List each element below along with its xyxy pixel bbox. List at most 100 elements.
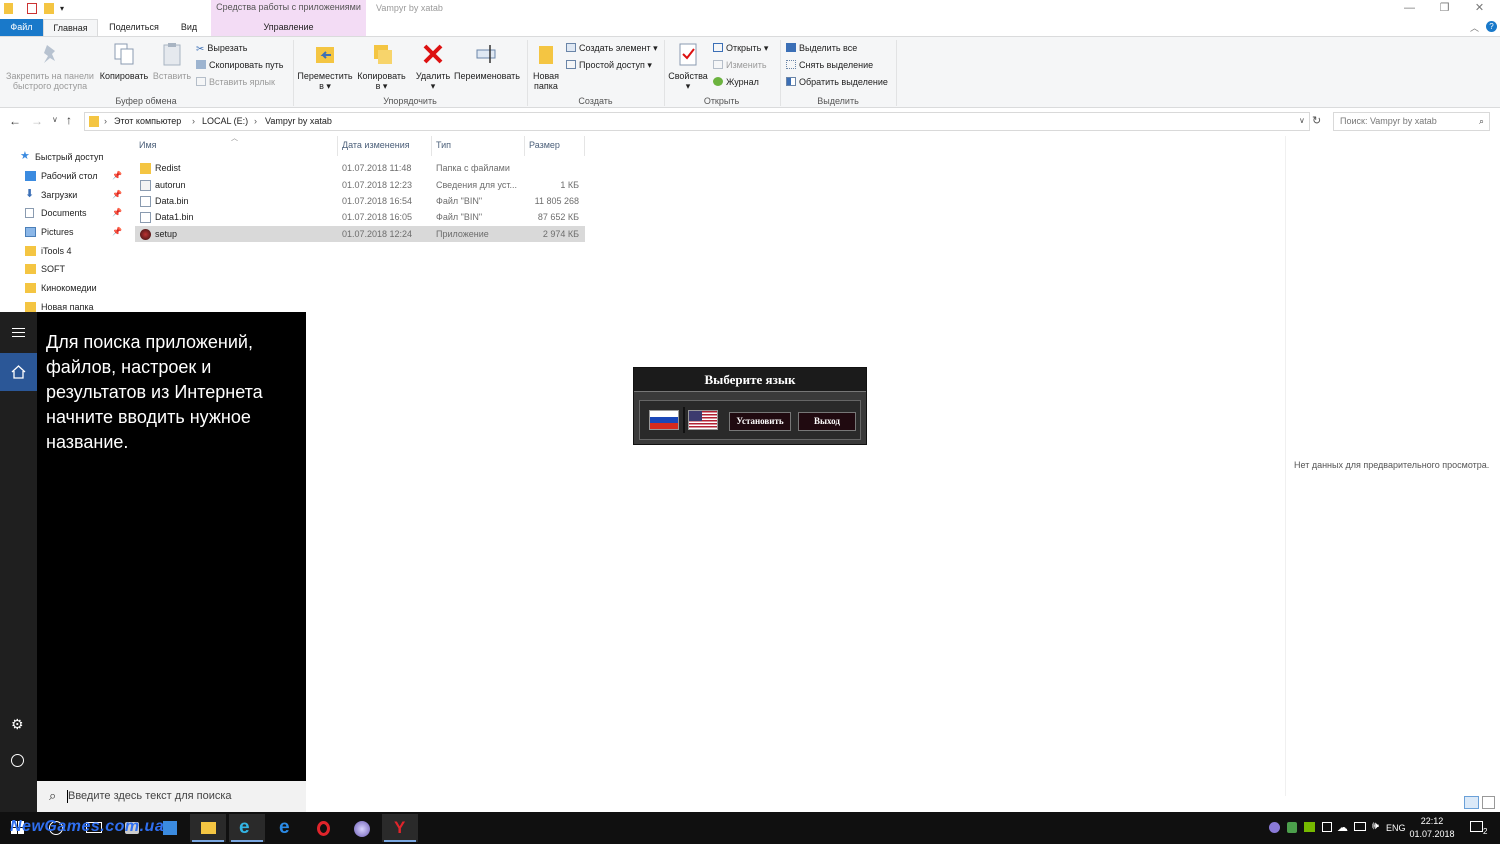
back-icon[interactable]: ← [9, 114, 21, 128]
history-label: Журнал [726, 77, 759, 87]
tab-file[interactable]: Файл [0, 19, 43, 36]
search-input[interactable]: Поиск: Vampyr by xatab ⌕ [1333, 112, 1490, 131]
new-folder-button[interactable]: Новая папка [530, 41, 562, 91]
delete-icon [421, 41, 445, 67]
clock-date[interactable]: 01.07.2018 [1405, 829, 1459, 839]
paste-shortcut-button[interactable]: Вставить ярлык [196, 75, 275, 90]
column-separator[interactable] [584, 136, 585, 156]
copy-to-button[interactable]: Копировать в ▾ [354, 41, 409, 91]
delete-button[interactable]: Удалить ▾ [413, 41, 453, 91]
table-row-selected[interactable]: setup 01.07.2018 12:24 Приложение 2 974 … [135, 226, 585, 242]
select-none-button[interactable]: Снять выделение [786, 58, 873, 73]
nav-item-comedies[interactable]: Кинокомедии [25, 279, 97, 297]
hamburger-menu-icon[interactable] [12, 328, 25, 337]
table-row[interactable]: Redist 01.07.2018 11:48 Папка с файлами [135, 160, 585, 176]
file-icon [140, 212, 151, 223]
easy-access-button[interactable]: Простой доступ ▾ [566, 58, 652, 73]
feedback-icon[interactable] [11, 754, 24, 767]
taskbar-app-yandex[interactable]: Y [382, 814, 418, 842]
tab-share[interactable]: Поделиться [102, 19, 166, 36]
volume-icon[interactable]: 🕪 [1372, 820, 1379, 833]
tab-view[interactable]: Вид [171, 19, 207, 36]
copy-path-button[interactable]: Скопировать путь [196, 58, 283, 73]
paste-button[interactable]: Вставить [152, 41, 192, 81]
select-all-button[interactable]: Выделить все [786, 41, 857, 56]
tray-browser-icon[interactable] [1269, 822, 1280, 833]
open-button[interactable]: Открыть ▾ [713, 41, 768, 56]
install-button[interactable]: Установить [729, 412, 791, 431]
column-separator[interactable] [431, 136, 432, 156]
forward-icon[interactable]: → [31, 114, 43, 128]
breadcrumb-folder[interactable]: Vampyr by xatab [265, 116, 332, 126]
column-name[interactable]: Имя [139, 140, 157, 150]
address-box[interactable]: › Этот компьютер › LOCAL (E:) › Vampyr b… [84, 112, 1310, 131]
settings-icon[interactable]: ⚙ [11, 716, 24, 733]
column-date[interactable]: Дата изменения [342, 140, 410, 150]
help-icon[interactable]: ? [1486, 21, 1497, 32]
breadcrumb-computer[interactable]: Этот компьютер [114, 116, 181, 126]
taskbar-app-opera[interactable] [306, 814, 342, 842]
details-view-icon[interactable] [1464, 796, 1479, 809]
taskbar-search-input[interactable]: ⌕ Введите здесь текст для поиска [37, 781, 306, 812]
tray-app-icon[interactable] [1322, 822, 1332, 832]
nav-item-desktop[interactable]: Рабочий стол 📌 [25, 167, 125, 185]
exit-button[interactable]: Выход [798, 412, 856, 431]
russian-flag-icon[interactable] [649, 410, 679, 430]
up-icon[interactable]: ↑ [66, 113, 72, 127]
history-button[interactable]: Журнал [713, 75, 759, 90]
taskbar-app-tor[interactable] [344, 814, 380, 842]
action-center-icon[interactable] [1470, 821, 1483, 832]
clock-time[interactable]: 22:12 [1415, 816, 1449, 826]
nav-item-soft[interactable]: SOFT [25, 260, 65, 278]
column-separator[interactable] [337, 136, 338, 156]
organize-group-label: Упорядочить [383, 96, 437, 106]
taskbar-app-edge[interactable]: e [268, 814, 304, 842]
close-button[interactable]: ✕ [1462, 0, 1497, 19]
collapse-ribbon-icon[interactable]: ︿ [1470, 21, 1479, 34]
properties-button[interactable]: Свойства ▾ [667, 41, 709, 91]
tab-manage[interactable]: Управление [211, 19, 366, 36]
tab-home[interactable]: Главная [43, 19, 98, 36]
taskbar-app-ie[interactable]: e [229, 814, 265, 842]
new-folder-qat-icon[interactable] [44, 3, 54, 14]
language-indicator[interactable]: ENG [1386, 823, 1406, 833]
nav-item-downloads[interactable]: ⬇ Загрузки 📌 [25, 186, 125, 204]
breadcrumb-drive[interactable]: LOCAL (E:) [202, 116, 248, 126]
onedrive-icon[interactable]: ☁ [1337, 821, 1348, 834]
network-icon[interactable] [1354, 822, 1366, 831]
table-row[interactable]: Data1.bin 01.07.2018 16:05 Файл "BIN" 87… [135, 209, 585, 225]
pin-icon: 📌 [112, 171, 122, 180]
column-size[interactable]: Размер [529, 140, 560, 150]
column-separator[interactable] [524, 136, 525, 156]
move-to-button[interactable]: Переместить в ▾ [297, 41, 353, 91]
rename-button[interactable]: Переименовать [453, 41, 521, 81]
tray-shield-icon[interactable] [1287, 822, 1297, 833]
us-flag-icon[interactable] [688, 410, 718, 430]
home-button[interactable] [0, 353, 37, 391]
maximize-button[interactable]: ❐ [1427, 0, 1462, 19]
new-item-button[interactable]: Создать элемент ▾ [566, 41, 658, 56]
copy-button[interactable]: Копировать [98, 41, 150, 81]
nav-item-itools[interactable]: iTools 4 [25, 242, 72, 260]
edit-button[interactable]: Изменить [713, 58, 767, 73]
large-icons-view-icon[interactable] [1482, 796, 1495, 809]
nav-quick-access[interactable]: ★ Быстрый доступ [20, 148, 103, 166]
address-dropdown-icon[interactable]: ∨ [1299, 116, 1305, 125]
table-row[interactable]: Data.bin 01.07.2018 16:54 Файл "BIN" 11 … [135, 193, 585, 209]
recent-locations-icon[interactable]: ∨ [52, 115, 58, 124]
taskbar-app-explorer[interactable] [190, 814, 226, 842]
customize-qat-icon[interactable]: ▾ [60, 4, 64, 13]
refresh-icon[interactable]: ↻ [1312, 114, 1321, 127]
properties-qat-icon[interactable] [27, 3, 37, 14]
tray-nvidia-icon[interactable] [1304, 822, 1315, 832]
nav-item-pictures[interactable]: Pictures 📌 [25, 223, 125, 241]
nav-item-documents[interactable]: Documents 📌 [25, 204, 125, 222]
minimize-button[interactable]: — [1392, 0, 1427, 19]
file-name: Data1.bin [155, 212, 194, 222]
table-row[interactable]: autorun 01.07.2018 12:23 Сведения для ус… [135, 177, 585, 193]
cut-button[interactable]: ✂ Вырезать [196, 41, 247, 56]
pin-quick-access-button[interactable]: Закрепить на панели быстрого доступа [4, 41, 96, 91]
search-icon[interactable]: ⌕ [1479, 113, 1484, 130]
column-type[interactable]: Тип [436, 140, 451, 150]
invert-selection-button[interactable]: Обратить выделение [786, 75, 888, 90]
